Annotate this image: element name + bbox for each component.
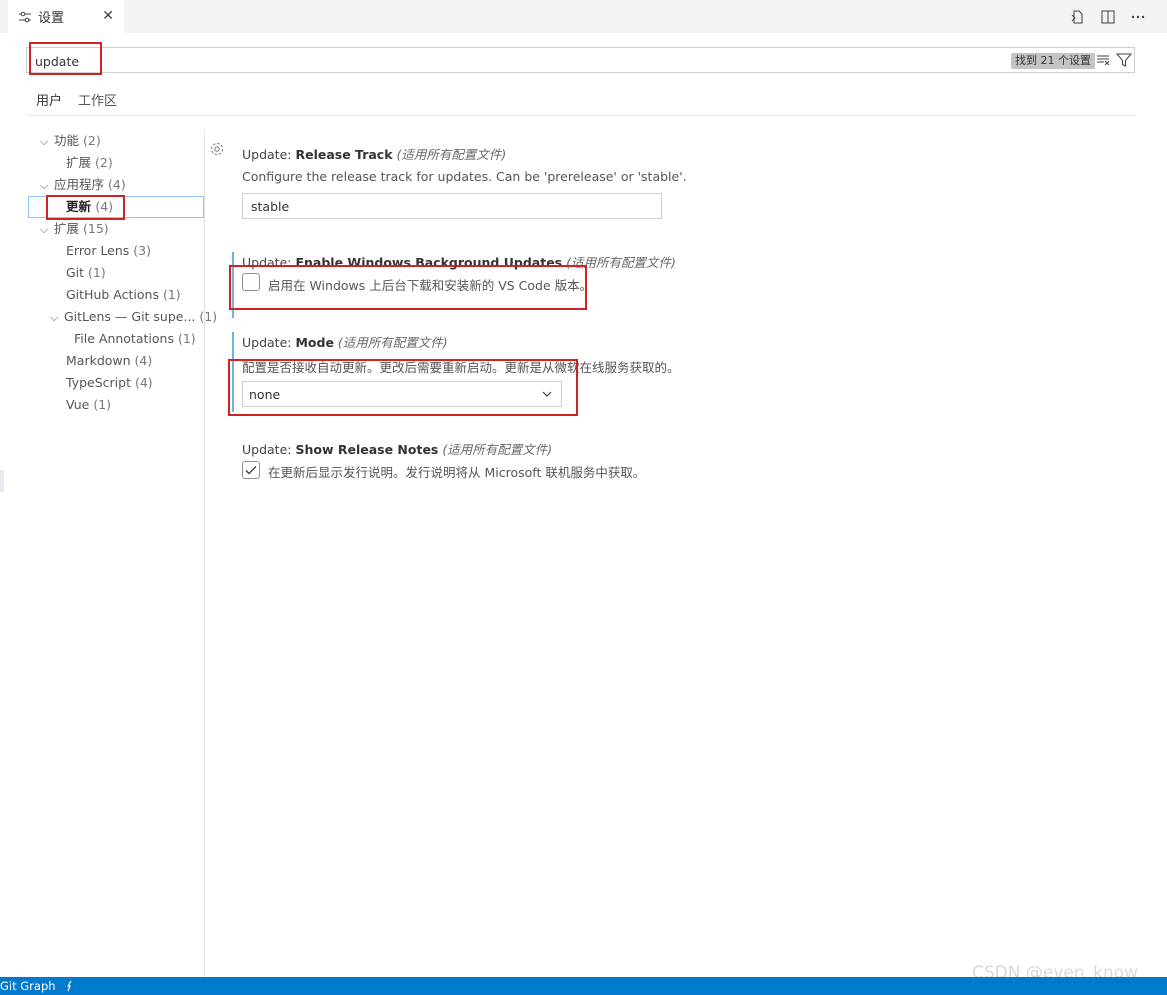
toc-item-typescript[interactable]: TypeScript (4) bbox=[66, 373, 153, 393]
tab-workspace[interactable]: 工作区 bbox=[78, 90, 117, 116]
more-actions-button[interactable] bbox=[1129, 8, 1147, 26]
toc-item-features-extensions[interactable]: 扩展 (2) bbox=[66, 153, 113, 173]
update-mode-select[interactable]: none bbox=[242, 381, 562, 407]
open-settings-json-button[interactable] bbox=[1069, 8, 1087, 26]
toc-item-vue[interactable]: Vue (1) bbox=[66, 395, 111, 415]
toc-selection-outline bbox=[28, 196, 204, 218]
setting-update-mode: Update: Mode (适用所有配置文件) 配置是否接收自动更新。更改后需要重… bbox=[242, 332, 1122, 376]
settings-sliders-icon bbox=[19, 11, 31, 22]
settings-tab[interactable]: 设置 ✕ bbox=[8, 0, 124, 33]
setting-title: Update: Mode (适用所有配置文件) bbox=[242, 335, 448, 350]
setting-description: 配置是否接收自动更新。更改后需要重新启动。更新是从微软在线服务获取的。 bbox=[242, 360, 680, 375]
chevron-down-icon: ⌵ bbox=[50, 311, 59, 324]
status-bar: Git Graph bbox=[0, 977, 1167, 995]
toc-item-git[interactable]: Git (1) bbox=[66, 263, 106, 283]
toc-item-markdown[interactable]: Markdown (4) bbox=[66, 351, 152, 371]
toc-item-file-annotations[interactable]: File Annotations (1) bbox=[74, 329, 196, 349]
toc-item-update[interactable]: 更新 (4) bbox=[66, 197, 113, 217]
live-share-icon[interactable] bbox=[64, 980, 76, 992]
filter-icon[interactable] bbox=[1115, 51, 1133, 69]
setting-title: Update: Release Track (适用所有配置文件) bbox=[242, 147, 507, 162]
checkmark-icon bbox=[245, 466, 257, 475]
toc-item-features[interactable]: ⌵ 功能 (2) bbox=[40, 131, 101, 151]
toc-item-error-lens[interactable]: Error Lens (3) bbox=[66, 241, 151, 261]
clear-filter-icon[interactable] bbox=[1095, 52, 1111, 68]
tab-user[interactable]: 用户 bbox=[36, 90, 63, 116]
chevron-down-icon: ⌵ bbox=[40, 179, 49, 192]
gear-icon[interactable] bbox=[209, 141, 225, 157]
toc-item-extensions[interactable]: ⌵ 扩展 (15) bbox=[40, 219, 109, 239]
editor-actions bbox=[1069, 8, 1147, 26]
open-file-icon bbox=[1071, 10, 1083, 24]
editor-tab-bar: 设置 ✕ bbox=[0, 0, 1167, 33]
toc-item-github-actions[interactable]: GitHub Actions (1) bbox=[66, 285, 181, 305]
background-updates-label: 启用在 Windows 上后台下载和安装新的 VS Code 版本。 bbox=[268, 278, 593, 293]
side-strip bbox=[0, 470, 4, 492]
toc-item-application[interactable]: ⌵ 应用程序 (4) bbox=[40, 175, 126, 195]
close-icon[interactable]: ✕ bbox=[102, 8, 114, 24]
background-updates-checkbox[interactable] bbox=[242, 273, 260, 291]
chevron-down-icon: ⌵ bbox=[40, 135, 49, 148]
git-graph-status-item[interactable]: Git Graph bbox=[0, 979, 56, 993]
modified-indicator bbox=[232, 252, 234, 318]
settings-search-box: 找到 21 个设置 bbox=[26, 47, 1135, 73]
toc-splitter[interactable] bbox=[204, 130, 205, 978]
split-editor-button[interactable] bbox=[1099, 8, 1117, 26]
tab-label: 设置 bbox=[38, 11, 65, 26]
toc-item-gitlens[interactable]: ⌵ GitLens — Git supe... (1) bbox=[50, 307, 217, 327]
show-release-notes-checkbox[interactable] bbox=[242, 461, 260, 479]
ellipsis-icon bbox=[1131, 15, 1145, 19]
setting-title: Update: Enable Windows Background Update… bbox=[242, 255, 676, 270]
split-editor-icon bbox=[1101, 10, 1115, 24]
settings-search-input[interactable] bbox=[35, 52, 935, 70]
modified-indicator bbox=[232, 332, 234, 412]
scope-tabs: 用户 工作区 bbox=[36, 90, 117, 116]
chevron-down-icon bbox=[542, 391, 552, 397]
setting-title: Update: Show Release Notes (适用所有配置文件) bbox=[242, 442, 553, 457]
scope-divider bbox=[28, 115, 1136, 116]
setting-enable-windows-background-updates: Update: Enable Windows Background Update… bbox=[242, 252, 1122, 271]
setting-release-track: Update: Release Track (适用所有配置文件) Configur… bbox=[242, 144, 1122, 184]
release-track-input[interactable] bbox=[242, 193, 662, 219]
search-result-count: 找到 21 个设置 bbox=[1011, 53, 1095, 69]
setting-show-release-notes: Update: Show Release Notes (适用所有配置文件) bbox=[242, 439, 1122, 458]
chevron-down-icon: ⌵ bbox=[40, 223, 49, 236]
show-release-notes-label: 在更新后显示发行说明。发行说明将从 Microsoft 联机服务中获取。 bbox=[268, 465, 646, 480]
setting-description: Configure the release track for updates.… bbox=[242, 169, 687, 184]
